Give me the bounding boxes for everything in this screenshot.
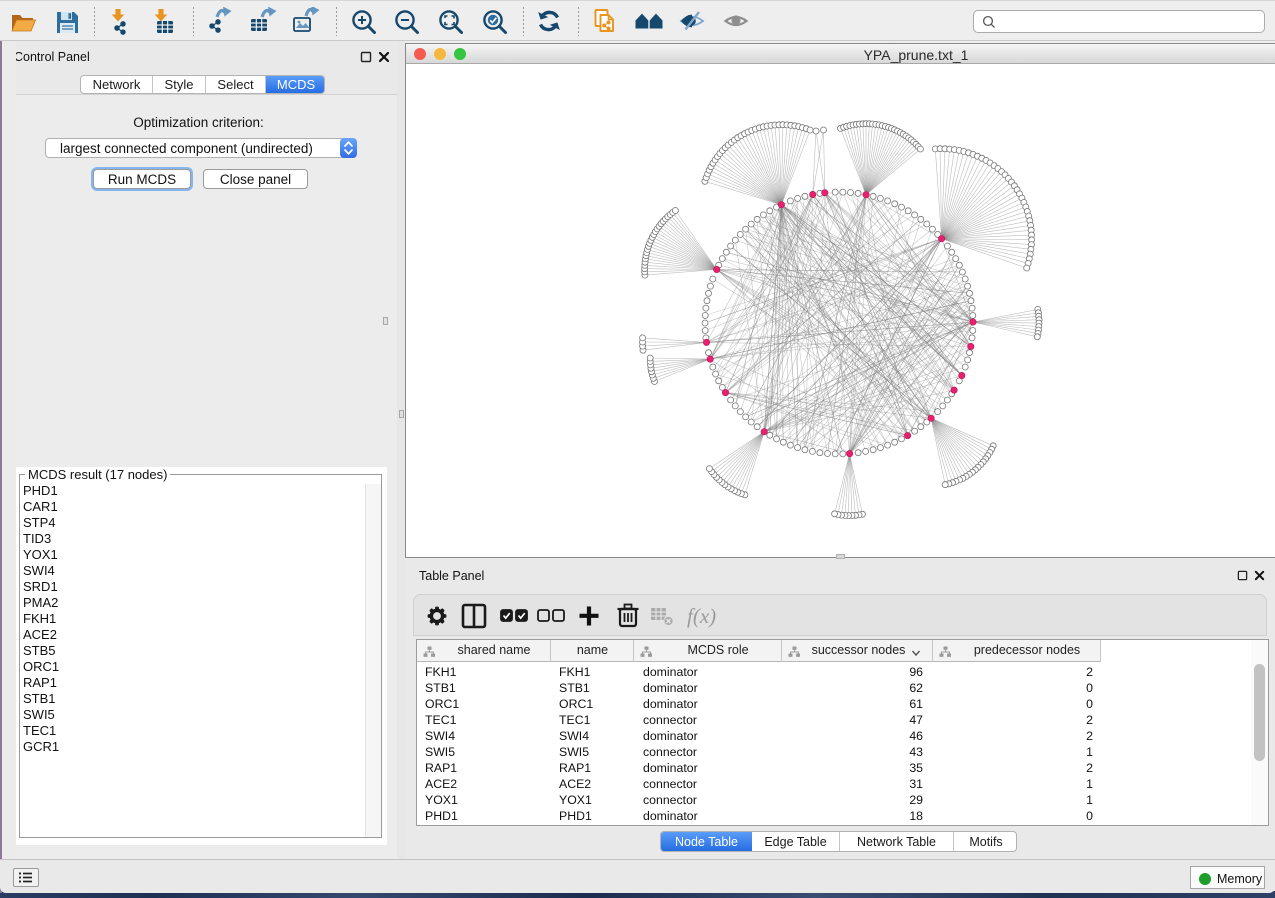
svg-text:f(x): f(x): [687, 604, 716, 628]
